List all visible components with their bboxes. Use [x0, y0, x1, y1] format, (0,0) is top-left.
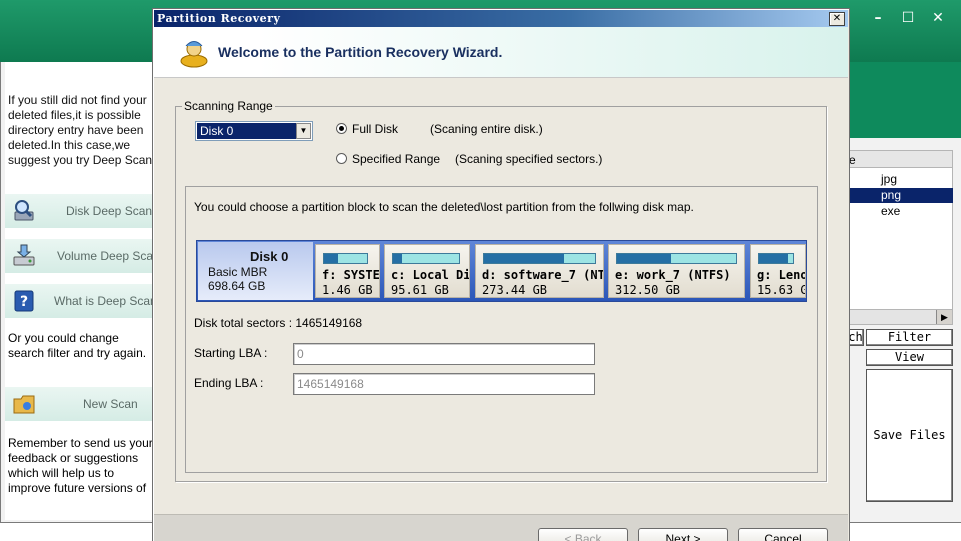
maximize-button[interactable]: ☐ [897, 8, 919, 28]
svg-text:?: ? [20, 294, 28, 310]
dialog-titlebar: Partition Recovery ✕ [154, 10, 848, 27]
specified-range-description: (Scaning specified sectors.) [455, 152, 603, 166]
disk-type: Basic MBR [208, 265, 268, 279]
usage-fill [759, 254, 788, 263]
usage-fill [324, 254, 338, 263]
partition-block[interactable]: c: Local Disk 95.61 GB [384, 244, 470, 298]
dialog-close-button[interactable]: ✕ [829, 12, 845, 26]
partition-size: 312.50 GB [615, 283, 681, 297]
usage-bar [616, 253, 737, 264]
full-disk-description: (Scaning entire disk.) [430, 122, 543, 136]
volume-deep-scan-label: Volume Deep Scan [57, 249, 160, 263]
list-item[interactable]: exe [848, 204, 953, 219]
volume-deep-scan-button[interactable]: Volume Deep Scan [5, 239, 160, 273]
partition-size: 15.63 GB [757, 283, 805, 297]
usage-bar [323, 253, 368, 264]
search-button[interactable]: ch [848, 329, 864, 346]
close-icon: ✕ [832, 13, 842, 24]
disk-deep-scan-button[interactable]: Disk Deep Scan [5, 194, 155, 228]
usage-bar [483, 253, 596, 264]
disk-total-sectors: Disk total sectors : 1465149168 [194, 316, 363, 330]
list-item[interactable]: jpg [848, 172, 953, 187]
partition-label: c: Local Disk [391, 268, 470, 282]
change-filter-text: Or you could change search filter and tr… [8, 331, 147, 360]
disk-select-value: Disk 0 [197, 123, 296, 139]
starting-lba-field[interactable]: 0 [293, 343, 595, 365]
new-scan-button[interactable]: New Scan [5, 387, 155, 421]
ending-lba-label: Ending LBA : [194, 376, 264, 390]
disk-map-instruction: You could choose a partition block to sc… [194, 200, 694, 214]
dialog-title: Partition Recovery [157, 12, 281, 25]
wizard-heading: Welcome to the Partition Recovery Wizard… [218, 44, 503, 60]
filter-button[interactable]: Filter [866, 329, 953, 346]
scroll-right-icon[interactable]: ▶ [936, 310, 952, 324]
starting-lba-label: Starting LBA : [194, 346, 268, 360]
volume-drive-icon [13, 244, 35, 266]
horizontal-scrollbar[interactable]: ▶ [848, 309, 953, 325]
partition-block[interactable]: f: SYSTEM 1.46 GB [315, 244, 380, 298]
magnifier-disk-icon [14, 200, 34, 221]
specified-range-label[interactable]: Specified Range [352, 152, 440, 166]
disk-name: Disk 0 [250, 249, 289, 264]
partition-label: g: Lenovo [757, 268, 805, 282]
file-type-column-header[interactable]: e [848, 150, 953, 168]
disk-map[interactable]: Disk 0 Basic MBR 698.64 GB f: SYSTEM 1.4… [196, 240, 807, 302]
partition-label: e: work_7 (NTFS) [615, 268, 731, 282]
scanning-range-label: Scanning Range [182, 99, 275, 113]
feedback-text: Remember to send us your feedback or sug… [8, 436, 153, 495]
what-is-deep-scan-button[interactable]: ? What is Deep Scan [5, 284, 157, 318]
right-panel-banner [848, 62, 961, 138]
usage-fill [484, 254, 564, 263]
disk-summary[interactable]: Disk 0 Basic MBR 698.64 GB [198, 242, 313, 300]
cancel-button[interactable]: Cancel [738, 528, 828, 541]
wizard-user-icon [180, 41, 208, 68]
full-disk-label[interactable]: Full Disk [352, 122, 398, 136]
back-button[interactable]: < Back [538, 528, 628, 541]
partition-size: 273.44 GB [482, 283, 548, 297]
save-files-button[interactable]: Save Files [866, 369, 953, 502]
partition-label: d: software_7 (NTFS) [482, 268, 604, 282]
new-scan-folder-icon [13, 395, 35, 414]
specified-range-radio[interactable] [336, 153, 347, 164]
deep-scan-suggestion-text: If you still did not find your deleted f… [8, 93, 153, 167]
usage-fill [393, 254, 403, 263]
chevron-down-icon[interactable]: ▼ [296, 123, 311, 139]
partition-label: f: SYSTEM [322, 268, 380, 282]
help-book-icon: ? [14, 290, 34, 312]
full-disk-radio[interactable] [336, 123, 347, 134]
disk-size: 698.64 GB [208, 279, 266, 293]
close-button[interactable]: ✕ [927, 8, 949, 28]
partition-recovery-dialog: Partition Recovery ✕ Welcome to the Part… [152, 8, 850, 541]
list-item[interactable]: png [848, 188, 953, 203]
minimize-button[interactable]: – [867, 8, 889, 28]
what-is-deep-scan-label: What is Deep Scan [54, 294, 157, 308]
usage-bar [758, 253, 794, 264]
view-button[interactable]: View [866, 349, 953, 366]
disk-select[interactable]: Disk 0 ▼ [195, 121, 313, 141]
disk-deep-scan-label: Disk Deep Scan [66, 204, 153, 218]
partition-block[interactable]: g: Lenovo 15.63 GB [750, 244, 806, 298]
partition-block[interactable]: e: work_7 (NTFS) 312.50 GB [608, 244, 745, 298]
partition-size: 1.46 GB [322, 283, 373, 297]
usage-bar [392, 253, 460, 264]
ending-lba-field[interactable]: 1465149168 [293, 373, 595, 395]
usage-fill [617, 254, 671, 263]
wizard-header: Welcome to the Partition Recovery Wizard… [154, 27, 848, 78]
partition-size: 95.61 GB [391, 283, 449, 297]
new-scan-label: New Scan [83, 397, 138, 411]
partition-block[interactable]: d: software_7 (NTFS) 273.44 GB [475, 244, 604, 298]
next-button[interactable]: Next > [638, 528, 728, 541]
